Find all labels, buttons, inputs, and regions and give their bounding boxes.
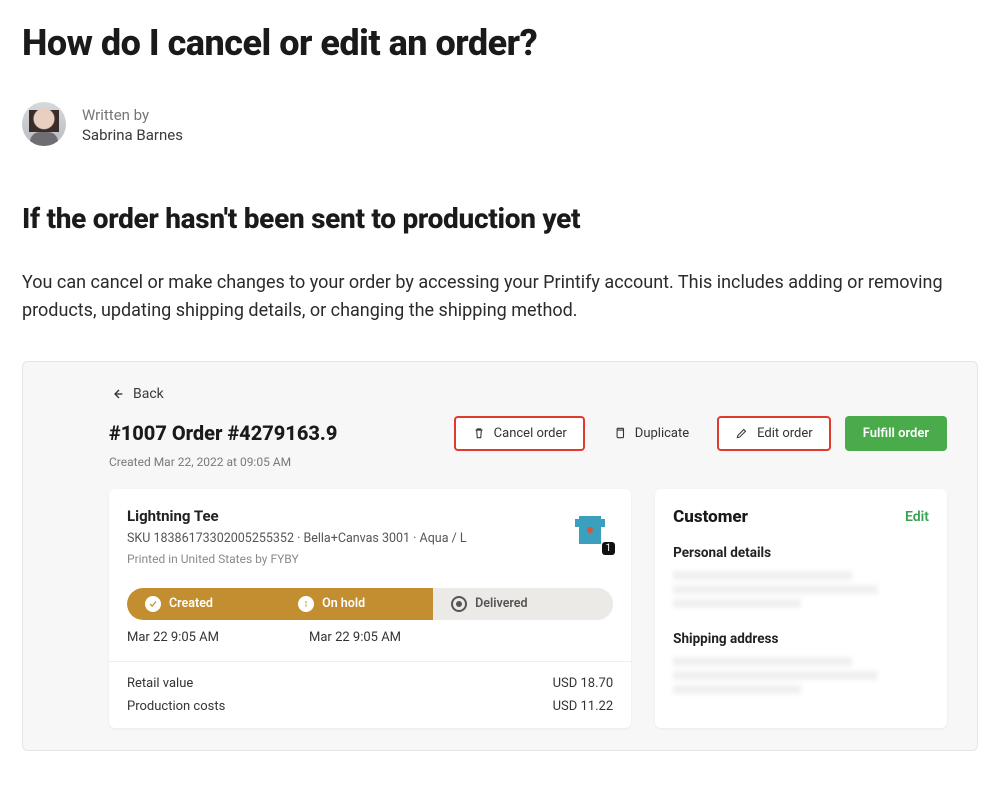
duplicate-button[interactable]: Duplicate <box>599 418 703 449</box>
back-label: Back <box>133 386 164 402</box>
personal-details-label: Personal details <box>673 545 929 561</box>
product-printed: Printed in United States by FYBY <box>127 552 467 566</box>
status-time-onhold: Mar 22 9:05 AM <box>309 630 401 645</box>
customer-title: Customer <box>673 507 748 527</box>
order-screenshot: Back #1007 Order #4279163.9 Cancel order… <box>22 361 978 751</box>
retail-label: Retail value <box>127 676 193 691</box>
status-onhold-label: On hold <box>322 596 365 611</box>
cancel-label: Cancel order <box>494 426 567 441</box>
prod-cost-value: USD 11.22 <box>553 699 614 714</box>
product-name: Lightning Tee <box>127 507 467 525</box>
written-by-label: Written by <box>82 105 183 126</box>
customer-panel: Customer Edit Personal details Shipping … <box>655 489 947 728</box>
info-icon <box>298 596 314 612</box>
product-panel: Lightning Tee SKU 18386173302005255352 ·… <box>109 489 631 728</box>
product-sku-line: SKU 18386173302005255352 · Bella+Canvas … <box>127 531 467 546</box>
author-name: Sabrina Barnes <box>82 126 183 144</box>
order-actions: Cancel order Duplicate Edit order Fulfil… <box>454 416 947 451</box>
product-qty-badge: 1 <box>602 542 616 555</box>
back-link[interactable]: Back <box>109 386 164 402</box>
pencil-icon <box>735 426 749 440</box>
status-delivered-label: Delivered <box>475 596 527 611</box>
duplicate-label: Duplicate <box>635 426 689 441</box>
product-thumbnail: 1 <box>567 507 613 553</box>
fulfill-order-button[interactable]: Fulfill order <box>845 416 947 451</box>
duplicate-icon <box>613 426 627 440</box>
shipping-address-label: Shipping address <box>673 631 929 647</box>
cancel-order-button[interactable]: Cancel order <box>454 416 585 451</box>
personal-details-blurred <box>673 569 929 613</box>
shipping-address-blurred <box>673 655 929 699</box>
section-heading: If the order hasn't been sent to product… <box>22 202 978 235</box>
status-created-label: Created <box>169 596 213 611</box>
article-paragraph: You can cancel or make changes to your o… <box>22 269 978 325</box>
article-title: How do I cancel or edit an order? <box>22 22 978 64</box>
edit-order-button[interactable]: Edit order <box>717 416 831 451</box>
status-delivered: Delivered <box>433 588 613 620</box>
target-icon <box>451 596 467 612</box>
order-title: #1007 Order #4279163.9 <box>109 421 337 445</box>
status-onhold: On hold <box>280 588 433 620</box>
check-icon <box>145 596 161 612</box>
order-created-meta: Created Mar 22, 2022 at 09:05 AM <box>109 455 947 469</box>
status-created: Created <box>127 588 280 620</box>
edit-label: Edit order <box>757 426 813 441</box>
status-track: Created On hold Delivered <box>127 588 613 620</box>
status-time-created: Mar 22 9:05 AM <box>127 630 219 645</box>
retail-value: USD 18.70 <box>553 676 614 691</box>
author-block: Written by Sabrina Barnes <box>22 102 978 146</box>
customer-edit-link[interactable]: Edit <box>905 509 929 525</box>
author-avatar <box>22 102 66 146</box>
fulfill-label: Fulfill order <box>863 426 929 441</box>
prod-cost-label: Production costs <box>127 699 225 714</box>
trash-icon <box>472 426 486 440</box>
arrow-left-icon <box>109 386 125 402</box>
